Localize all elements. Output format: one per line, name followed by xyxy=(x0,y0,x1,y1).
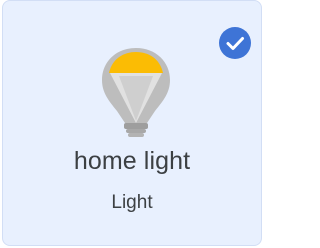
device-name: home light xyxy=(73,147,191,175)
check-circle-icon xyxy=(219,27,251,59)
device-type-label: Light xyxy=(111,192,153,213)
device-tile-home-light[interactable]: home light Light xyxy=(2,0,262,246)
lightbulb-icon xyxy=(102,48,170,137)
